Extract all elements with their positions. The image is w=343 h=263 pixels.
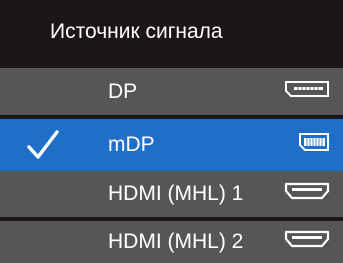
menu-item-hdmi-1[interactable]: HDMI (MHL) 1 (0, 171, 343, 217)
menu-item-label: DP (108, 79, 138, 103)
checkmark-icon (26, 128, 60, 162)
hdmi-port-icon (284, 230, 330, 254)
menu-title-bar: Источник сигнала (0, 0, 343, 64)
menu-item-label: mDP (108, 133, 155, 156)
menu-title: Источник сигнала (50, 20, 223, 43)
input-source-menu: Источник сигнала DP mDP HDMI (MHL) 1 HDM… (0, 0, 343, 263)
menu-item-hdmi-2[interactable]: HDMI (MHL) 2 (0, 221, 343, 263)
menu-item-label: HDMI (MHL) 2 (108, 230, 244, 253)
menu-item-label: HDMI (MHL) 1 (108, 182, 244, 205)
menu-item-dp[interactable]: DP (0, 68, 343, 115)
menu-item-mdp[interactable]: mDP (0, 119, 343, 171)
hdmi-port-icon (284, 182, 330, 206)
dp-port-icon (284, 80, 330, 104)
mini-dp-port-icon (298, 132, 330, 158)
